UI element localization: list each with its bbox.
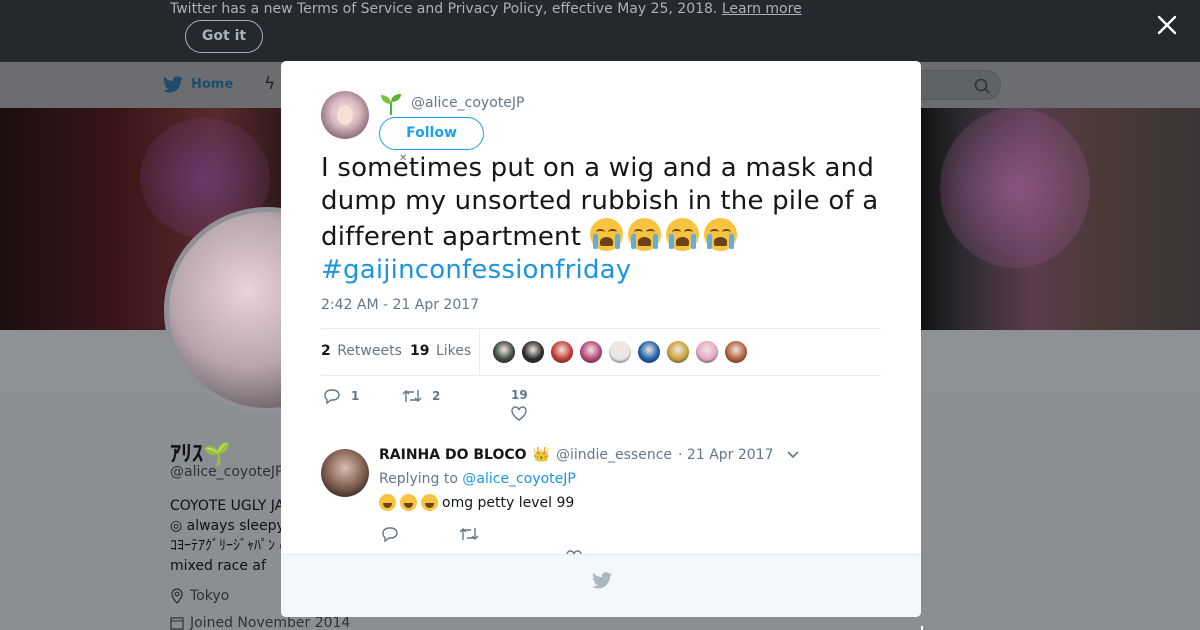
crown-icon: 👑 xyxy=(532,447,550,463)
close-icon[interactable] xyxy=(1155,13,1179,37)
reply-body: omg petty level 99 xyxy=(442,494,575,511)
loudly-crying-face-icon xyxy=(665,218,699,251)
chevron-down-icon[interactable] xyxy=(780,448,806,462)
liker-avatar[interactable] xyxy=(550,340,574,364)
tears-of-joy-icon xyxy=(379,494,396,511)
tweet-text: I sometimes put on a wig and a mask and … xyxy=(321,152,891,287)
likes-count: 19 xyxy=(410,343,430,359)
retweet-icon xyxy=(402,390,422,402)
reply-author-handle[interactable]: @iindie_essence xyxy=(556,447,672,463)
loudly-crying-face-icon xyxy=(703,218,737,251)
reply-date[interactable]: · 21 Apr 2017 xyxy=(678,447,773,463)
retweet-button[interactable]: 2 xyxy=(402,388,440,404)
retweets-label: Retweets xyxy=(337,343,402,359)
liker-avatar[interactable] xyxy=(521,340,545,364)
liker-avatar[interactable] xyxy=(724,340,748,364)
reply-button[interactable]: 1 xyxy=(323,388,359,404)
liker-avatar[interactable] xyxy=(579,340,603,364)
likers-avatars xyxy=(492,340,748,364)
heart-icon xyxy=(511,406,528,421)
reply-icon xyxy=(324,389,340,404)
tweet-author-avatar[interactable] xyxy=(321,91,369,139)
twitter-bird-icon xyxy=(592,572,612,589)
reply-count: 1 xyxy=(351,389,360,403)
tweet-stats: 2 Retweets 19 Likes xyxy=(321,328,881,376)
liker-avatar[interactable] xyxy=(492,340,516,364)
follow-button[interactable]: Follow xyxy=(379,117,484,150)
retweets-count: 2 xyxy=(321,343,331,359)
likes-label: Likes xyxy=(435,343,472,359)
like-count: 19 xyxy=(511,388,528,402)
tweet-modal: @alice_coyoteJP Follow ✕ I sometimes put… xyxy=(281,61,921,617)
stats-divider xyxy=(479,329,480,375)
liker-avatar[interactable] xyxy=(637,340,661,364)
loudly-crying-face-icon xyxy=(627,218,661,251)
modal-footer xyxy=(281,554,921,617)
loudly-crying-face-icon xyxy=(589,218,623,251)
retweet-icon[interactable] xyxy=(459,526,479,542)
hashtag-link[interactable]: #gaijinconfessionfriday xyxy=(321,255,631,285)
liker-avatar[interactable] xyxy=(608,340,632,364)
likes-stat[interactable]: 19 Likes xyxy=(410,343,471,359)
liker-avatar[interactable] xyxy=(695,340,719,364)
tweet-timestamp[interactable]: 2:42 AM - 21 Apr 2017 xyxy=(321,297,479,313)
tweet-actions: 1 2 19 xyxy=(321,386,881,426)
reply-author-avatar[interactable] xyxy=(321,449,369,497)
reply-icon[interactable] xyxy=(381,526,399,542)
retweet-count: 2 xyxy=(432,389,441,403)
like-button[interactable]: 19 xyxy=(511,388,528,421)
replying-to-link[interactable]: @alice_coyoteJP xyxy=(462,471,575,487)
tears-of-joy-icon xyxy=(400,494,417,511)
reply-author-name[interactable]: RAINHA DO BLOCO xyxy=(379,447,527,463)
tweet-author-handle[interactable]: @alice_coyoteJP xyxy=(411,95,524,111)
sprout-icon xyxy=(381,94,401,115)
page-edge xyxy=(921,626,923,630)
retweets-stat[interactable]: 2 Retweets xyxy=(321,343,402,359)
tears-of-joy-icon xyxy=(421,494,438,511)
liker-avatar[interactable] xyxy=(666,340,690,364)
replying-to-label: Replying to xyxy=(379,471,458,487)
